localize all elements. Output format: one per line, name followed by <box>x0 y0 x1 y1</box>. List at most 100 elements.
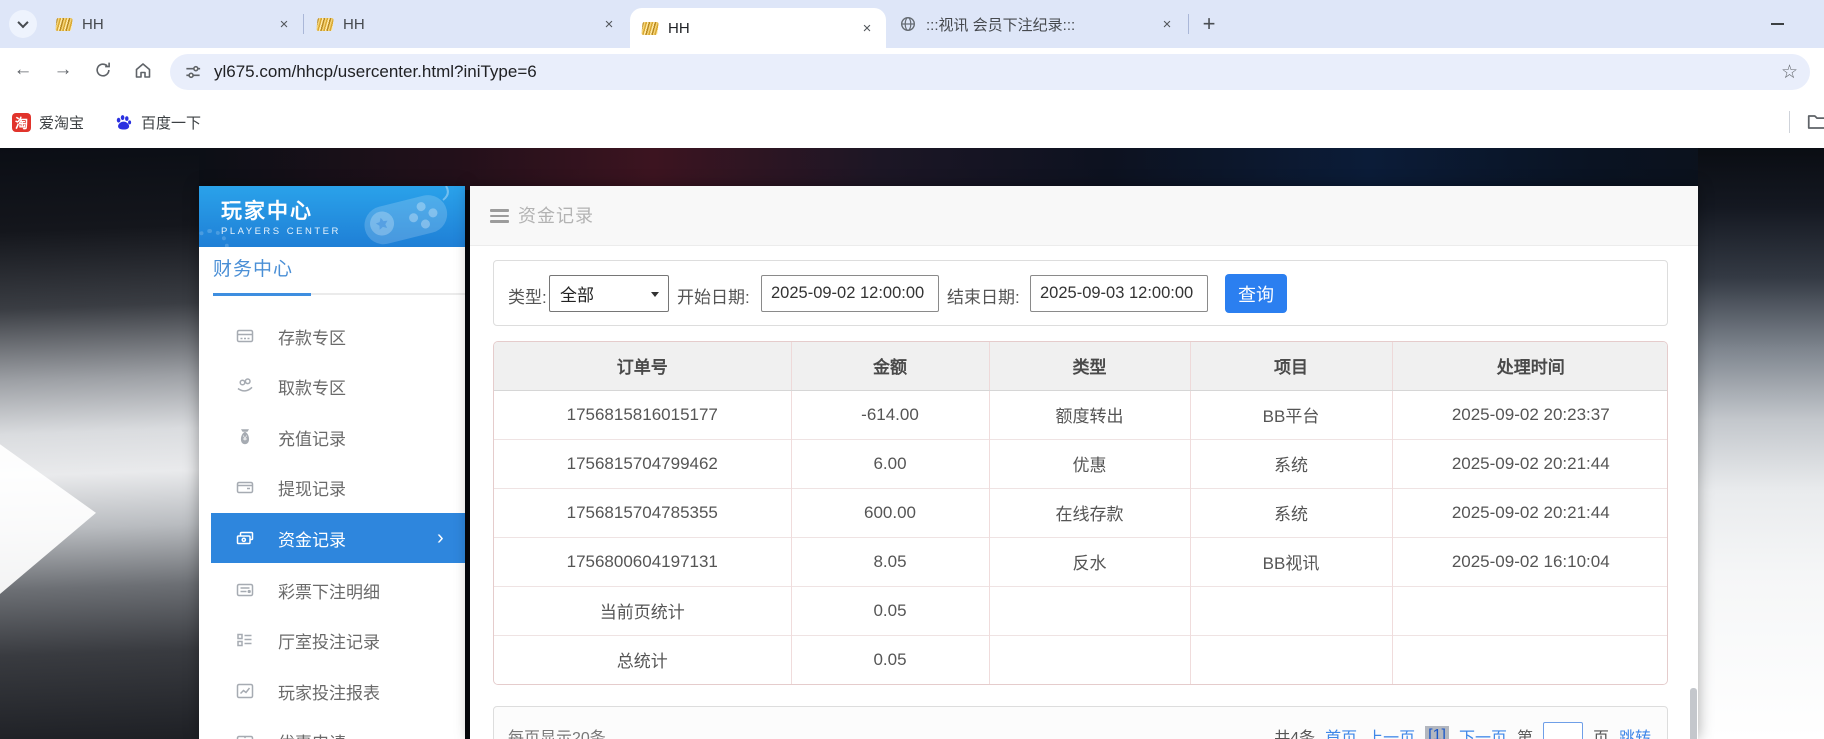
hamburger-icon <box>490 209 509 226</box>
tab-title: HH <box>82 16 267 33</box>
sidebar-item-funds-records[interactable]: 资金记录 › <box>211 513 465 563</box>
cell-order-no: 1756815704785355 <box>494 488 791 537</box>
close-icon[interactable]: × <box>1158 15 1176 33</box>
sidebar-item-lottery-bet-details[interactable]: 彩票下注明细 <box>199 565 465 615</box>
background-right <box>1698 148 1824 739</box>
pagination-bar: 每页显示20条 共4条 首页 上一页 [1] 下一页 第 页 跳转 <box>493 706 1668 739</box>
cell-time <box>1392 586 1668 635</box>
home-button[interactable] <box>130 57 156 83</box>
sidebar-item-promo-apply[interactable]: 优惠申请 <box>199 716 465 739</box>
tab-divider <box>303 14 304 34</box>
address-bar[interactable]: yl675.com/hhcp/usercenter.html?iniType=6… <box>170 54 1810 90</box>
col-type: 类型 <box>989 342 1190 390</box>
cell-order-no: 1756800604197131 <box>494 537 791 586</box>
sidebar-item-label: 提现记录 <box>278 475 346 500</box>
start-date-input[interactable] <box>761 275 939 312</box>
browser-toolbar: ← → yl675.com/hhcp/usercenter.html?iniTy <box>0 48 1824 148</box>
sidebar-item-player-bet-report[interactable]: 玩家投注报表 <box>199 666 465 716</box>
total-count-label: 共4条 <box>1274 724 1315 739</box>
funds-table: 订单号 金额 类型 项目 处理时间 1756815816015177 -614.… <box>493 341 1668 685</box>
tab-3-active[interactable]: HH × <box>630 8 886 48</box>
cell-amount: 600.00 <box>791 488 989 537</box>
forward-button[interactable]: → <box>50 57 76 83</box>
filter-bar: 类型: 全部 开始日期: 结束日期: 查询 <box>493 260 1668 326</box>
sidebar-item-recharge-records[interactable]: ¥ 充值记录 <box>199 412 465 462</box>
cell-time: 2025-09-02 20:21:44 <box>1392 439 1668 488</box>
page-size-label: 每页显示20条 <box>508 724 606 739</box>
jump-suffix-label: 页 <box>1593 724 1609 739</box>
gamepad-icon <box>335 186 465 247</box>
tab-4[interactable]: :::视讯 会员下注纪录::: × <box>888 0 1186 48</box>
tab-bar: HH × HH × HH × :::视讯 会员下注纪录::: × + <box>0 0 1824 48</box>
list-detail-icon <box>235 580 255 600</box>
sidebar-header: 玩家中心 PLAYERS CENTER <box>199 186 465 247</box>
banknotes-icon <box>235 528 255 548</box>
cell-order-no: 1756815816015177 <box>494 390 791 439</box>
sidebar-item-label: 资金记录 <box>278 526 346 551</box>
web-page: 玩家中心 PLAYERS CENTER 财务中心 <box>0 148 1824 739</box>
sidebar-item-withdraw-zone[interactable]: 取款专区 <box>199 361 465 411</box>
hand-coins-icon <box>235 376 255 396</box>
window-minimize-button[interactable] <box>1762 12 1792 36</box>
bookmark-label: 百度一下 <box>141 112 201 133</box>
bookmark-taobao[interactable]: 淘 爱淘宝 <box>12 112 84 133</box>
taobao-icon: 淘 <box>12 113 31 132</box>
table-row: 1756815816015177 -614.00 额度转出 BB平台 2025-… <box>494 390 1668 439</box>
type-select-value: 全部 <box>560 281 594 306</box>
new-tab-button[interactable]: + <box>1196 11 1222 37</box>
sidebar-item-withdraw-records[interactable]: 提现记录 <box>199 462 465 512</box>
jump-button[interactable]: 跳转 <box>1619 724 1651 739</box>
cell-project <box>1190 635 1392 684</box>
search-button[interactable]: 查询 <box>1225 274 1287 313</box>
cell-type: 在线存款 <box>989 488 1190 537</box>
end-date-label: 结束日期: <box>947 283 1020 308</box>
select-arrow-icon <box>651 292 659 297</box>
browser-window: HH × HH × HH × :::视讯 会员下注纪录::: × + <box>0 0 1824 739</box>
type-select[interactable]: 全部 <box>549 275 669 312</box>
tab-title: :::视讯 会员下注纪录::: <box>926 14 1150 35</box>
close-icon[interactable]: × <box>600 15 618 33</box>
end-date-input[interactable] <box>1030 275 1208 312</box>
reload-icon <box>94 61 112 79</box>
tab-1[interactable]: HH × <box>44 0 303 48</box>
col-order-no: 订单号 <box>494 342 791 390</box>
home-icon <box>133 60 153 80</box>
cell-type: 反水 <box>989 537 1190 586</box>
next-page-link[interactable]: 下一页 <box>1459 724 1507 739</box>
cell-type: 额度转出 <box>989 390 1190 439</box>
cell-amount: 0.05 <box>791 586 989 635</box>
table-header-row: 订单号 金额 类型 项目 处理时间 <box>494 342 1668 390</box>
table-row: 1756800604197131 8.05 反水 BB视讯 2025-09-02… <box>494 537 1668 586</box>
cell-project: BB平台 <box>1190 390 1392 439</box>
jump-page-input[interactable] <box>1543 722 1583 739</box>
money-bag-icon: ¥ <box>235 427 255 447</box>
scrollbar-thumb[interactable] <box>1690 688 1697 739</box>
table-row: 1756815704799462 6.00 优惠 系统 2025-09-02 2… <box>494 439 1668 488</box>
site-settings-icon[interactable] <box>184 63 202 81</box>
cell-type: 优惠 <box>989 439 1190 488</box>
baidu-paw-icon <box>114 113 133 132</box>
back-button[interactable]: ← <box>10 57 36 83</box>
tab-title: HH <box>668 20 850 37</box>
chevron-down-icon <box>17 17 28 28</box>
sidebar-item-hall-bet-records[interactable]: 厅室投注记录 <box>199 615 465 665</box>
site-favicon <box>641 22 658 35</box>
bookmarks-bar: 淘 爱淘宝 百度一下 <box>0 96 1824 148</box>
first-page-link[interactable]: 首页 <box>1325 724 1357 739</box>
prev-page-link[interactable]: 上一页 <box>1367 724 1415 739</box>
col-process-time: 处理时间 <box>1392 342 1668 390</box>
current-page-badge: [1] <box>1425 726 1449 739</box>
sidebar-item-deposit-zone[interactable]: 存款专区 <box>199 311 465 361</box>
cell-time: 2025-09-02 20:21:44 <box>1392 488 1668 537</box>
bookmark-baidu[interactable]: 百度一下 <box>114 112 201 133</box>
site-favicon <box>55 18 72 31</box>
reload-button[interactable] <box>90 57 116 83</box>
bookmark-label: 爱淘宝 <box>39 112 84 133</box>
background-left <box>0 148 199 739</box>
close-icon[interactable]: × <box>275 15 293 33</box>
tab-2[interactable]: HH × <box>305 0 628 48</box>
tab-search-button[interactable] <box>9 10 37 38</box>
bookmark-star-icon[interactable]: ☆ <box>1781 61 1798 84</box>
all-bookmarks-folder-icon[interactable] <box>1806 111 1824 133</box>
close-icon[interactable]: × <box>858 19 876 37</box>
